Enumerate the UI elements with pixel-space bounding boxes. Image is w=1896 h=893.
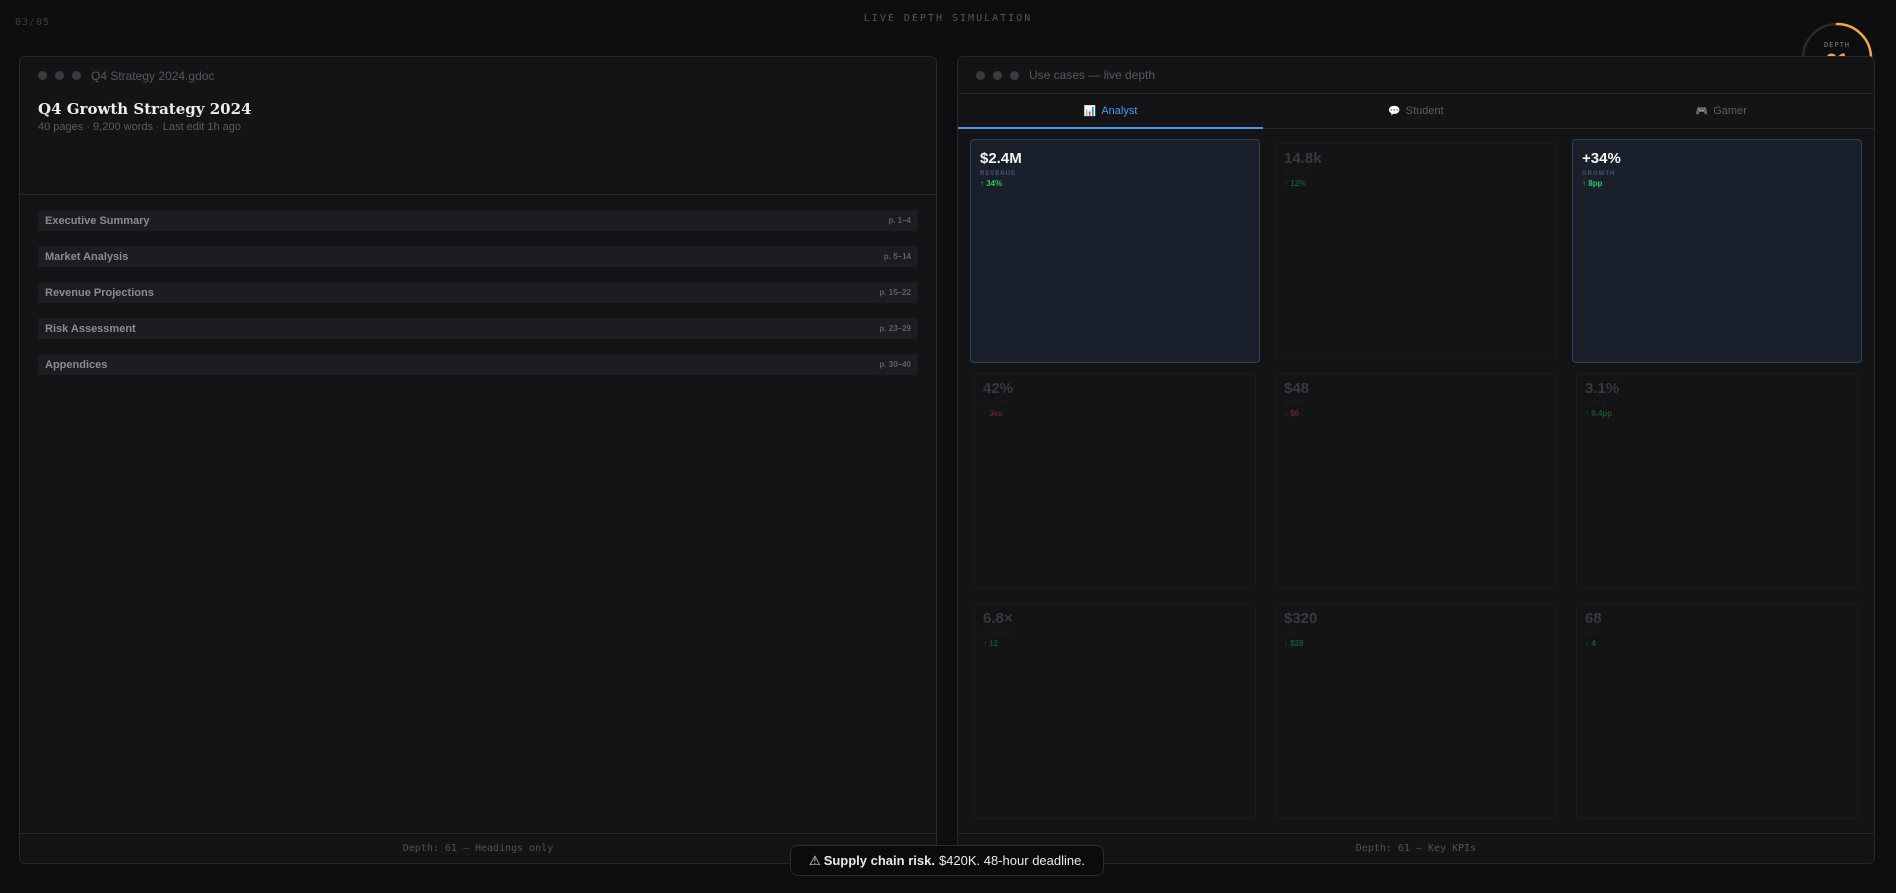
window-titlebar: Q4 Strategy 2024.gdoc <box>20 57 936 94</box>
window-maximize-dot[interactable] <box>72 71 81 80</box>
window-close-dot[interactable] <box>38 71 47 80</box>
kpi-label: CHURN <box>983 401 1010 407</box>
kpi-delta: ↑ 4 <box>1585 639 1596 648</box>
use-cases-panel: Use cases — live depth 📊 Analyst 💬 Stude… <box>957 56 1875 864</box>
chart-icon: 📊 <box>1083 105 1097 117</box>
tab-label: Gamer <box>1713 105 1747 117</box>
tab-student[interactable]: 💬 Student <box>1263 94 1568 128</box>
section-title: Revenue Projections <box>45 286 154 299</box>
kpi-label: USERS <box>1284 171 1310 177</box>
tab-analyst[interactable]: 📊 Analyst <box>958 94 1264 129</box>
alert-message: $420K. 48-hour deadline. <box>938 853 1085 868</box>
alert-toast[interactable]: ⚠ Supply chain risk. $420K. 48-hour dead… <box>790 845 1104 876</box>
document-title: Q4 Growth Strategy 2024 <box>38 100 252 118</box>
section-title: Market Analysis <box>45 250 129 263</box>
window-minimize-dot[interactable] <box>55 71 64 80</box>
window-titlebar: Use cases — live depth <box>958 57 1874 94</box>
kpi-label: NPS <box>1585 631 1601 637</box>
kpi-value: 42% <box>983 380 1014 397</box>
depth-gauge-label: DEPTH <box>1823 41 1851 49</box>
kpi-grid: $2.4M REVENUE ↑ 34% 14.8k USERS ↑ 12% +3… <box>970 139 1862 823</box>
section-title: Executive Summary <box>45 214 150 227</box>
kpi-value: $320 <box>1284 610 1318 627</box>
kpi-card[interactable]: +34% GROWTH ↑ 8pp <box>1572 139 1862 363</box>
kpi-card[interactable]: $320 LTV ↑ $28 <box>1275 603 1557 819</box>
section-title: Appendices <box>45 358 108 371</box>
kpi-card[interactable]: 3.1% CONV ↑ 0.4pp <box>1576 373 1858 589</box>
kpi-delta: ↑ 12% <box>1284 179 1307 188</box>
kpi-value: 68 <box>1585 610 1602 627</box>
document-meta: 40 pages · 9,200 words · Last edit 1h ag… <box>38 121 242 133</box>
use-case-tabs: 📊 Analyst 💬 Student 🎮 Gamer <box>958 94 1874 129</box>
kpi-delta: ↑ 8pp <box>1582 179 1603 188</box>
document-header: Q4 Growth Strategy 2024 40 pages · 9,200… <box>20 94 936 195</box>
section-row[interactable]: Risk Assessment p. 23–29 <box>38 318 918 339</box>
section-row[interactable]: Appendices p. 30–40 <box>38 354 918 375</box>
section-row[interactable]: Revenue Projections p. 15–22 <box>38 282 918 303</box>
kpi-value: 3.1% <box>1585 380 1620 397</box>
window-title: Q4 Strategy 2024.gdoc <box>91 68 215 83</box>
gamepad-icon: 🎮 <box>1695 105 1709 117</box>
kpi-label: LTV/CAC <box>983 631 1016 637</box>
alert-title: Supply chain risk. <box>823 853 935 868</box>
section-pages: p. 23–29 <box>879 324 911 333</box>
document-panel: Q4 Strategy 2024.gdoc Q4 Growth Strategy… <box>19 56 937 864</box>
kpi-label: REVENUE <box>980 171 1017 177</box>
warning-icon: ⚠ <box>809 852 821 868</box>
section-pages: p. 15–22 <box>879 288 911 297</box>
kpi-delta: ↑ 0.4pp <box>1585 409 1613 418</box>
section-pages: p. 5–14 <box>883 252 911 261</box>
window-minimize-dot[interactable] <box>993 70 1002 80</box>
kpi-delta: ↑ 34% <box>980 179 1003 188</box>
section-list: Executive Summary p. 1–4 Market Analysis… <box>20 195 936 375</box>
page-title: LIVE DEPTH SIMULATION <box>863 13 1033 24</box>
kpi-label: LTV <box>1284 631 1298 637</box>
kpi-value: 14.8k <box>1284 150 1322 167</box>
kpi-card[interactable]: 14.8k USERS ↑ 12% <box>1275 143 1557 359</box>
kpi-card[interactable]: 6.8× LTV/CAC ↑ 12 <box>974 603 1256 819</box>
chat-icon: 💬 <box>1388 105 1401 117</box>
kpi-card[interactable]: 42% CHURN ↑ 3ex <box>974 373 1256 589</box>
section-row[interactable]: Market Analysis p. 5–14 <box>38 246 918 267</box>
section-row[interactable]: Executive Summary p. 1–4 <box>38 210 918 231</box>
window-close-dot[interactable] <box>976 70 985 80</box>
tab-label: Analyst <box>1101 105 1138 117</box>
kpi-card[interactable]: $2.4M REVENUE ↑ 34% <box>970 139 1260 363</box>
tab-gamer[interactable]: 🎮 Gamer <box>1569 94 1874 128</box>
kpi-label: CONV <box>1585 401 1607 407</box>
kpi-value: $2.4M <box>980 150 1022 167</box>
section-pages: p. 30–40 <box>879 360 911 369</box>
kpi-delta: ↑ 3ex <box>983 409 1003 418</box>
kpi-delta: ↑ 12 <box>983 639 999 648</box>
section-pages: p. 1–4 <box>888 216 911 225</box>
section-title: Risk Assessment <box>45 322 136 335</box>
kpi-value: +34% <box>1582 150 1621 167</box>
kpi-label: ARPU <box>1284 401 1306 407</box>
kpi-value: 6.8× <box>983 610 1013 627</box>
kpi-value: $48 <box>1284 380 1310 397</box>
kpi-label: GROWTH <box>1582 171 1616 177</box>
kpi-delta: ↑ $6 <box>1284 409 1300 418</box>
kpi-card[interactable]: 68 NPS ↑ 4 <box>1576 603 1858 819</box>
window-maximize-dot[interactable] <box>1010 70 1019 80</box>
tab-label: Student <box>1405 105 1444 117</box>
kpi-card[interactable]: $48 ARPU ↑ $6 <box>1275 373 1557 589</box>
window-title: Use cases — live depth <box>1029 68 1156 82</box>
kpi-delta: ↑ $28 <box>1284 639 1304 648</box>
